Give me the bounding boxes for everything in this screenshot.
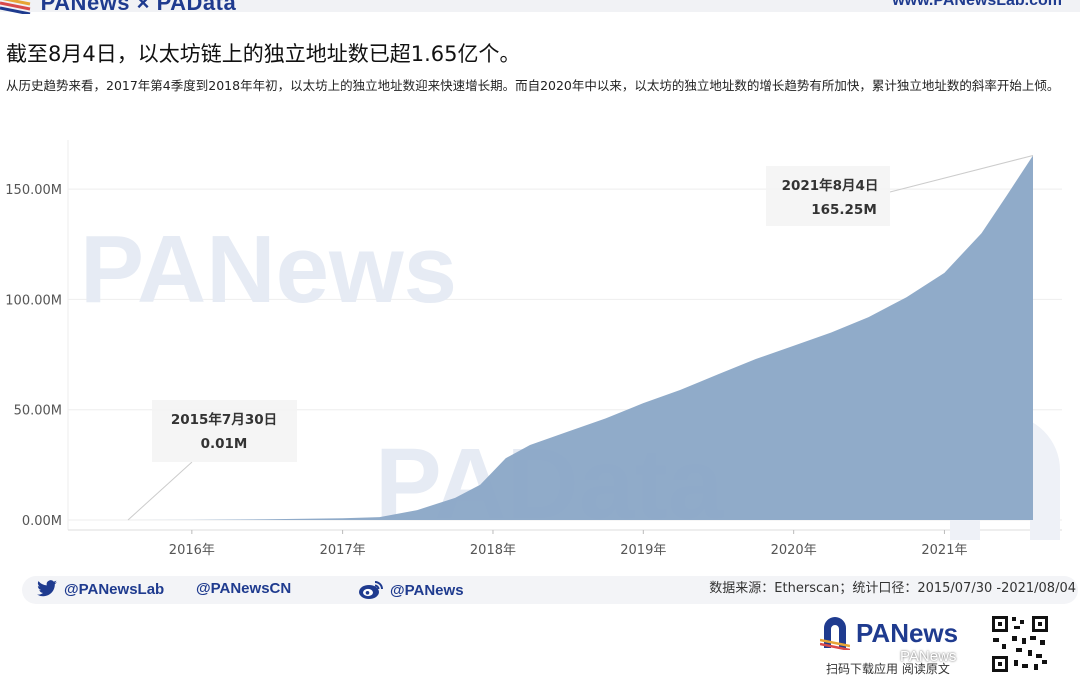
x-tick-label: 2021年 <box>921 543 967 558</box>
footer-logo-text: PANews <box>856 617 959 648</box>
brand-url[interactable]: www.PANewsLab.com <box>892 0 1062 10</box>
annotation-value: 165.25M <box>811 202 877 218</box>
annotation-leader <box>127 461 193 521</box>
chart-area: PANewsPAData 0.00M50.00M100.00M150.00M 2… <box>5 140 1062 558</box>
address-count-area <box>128 155 1033 520</box>
x-axis-ticks: 2016年 2017年 2018年 2019年 2020年 2021年 <box>169 543 968 558</box>
twitter-icon <box>37 580 57 597</box>
twitter-label: @PANewsLab <box>64 580 165 598</box>
data-source: 数据来源：Etherscan；统计口径：2015/07/30 -2021/08/… <box>709 581 1076 596</box>
y-tick-label: 100.00M <box>5 293 62 308</box>
x-tick-label: 2019年 <box>620 543 666 558</box>
y-axis-ticks: 0.00M 50.00M 100.00M 150.00M <box>5 183 62 529</box>
y-tick-label: 150.00M <box>5 183 62 198</box>
annotation-leader <box>889 154 1034 193</box>
brand-text: PANews × PAData <box>40 0 237 15</box>
annotation-date: 2021年8月4日 <box>782 177 879 194</box>
footer-logo: PANews <box>820 616 958 650</box>
brand-logo: PANews × PAData <box>0 0 237 15</box>
y-tick-label: 50.00M <box>14 404 62 419</box>
annotation-box <box>152 400 297 462</box>
x-tick-label: 2020年 <box>771 543 817 558</box>
weibo-icon <box>359 581 383 599</box>
weibo-label: @PANews <box>390 581 464 599</box>
chart-subtitle: 从历史趋势来看，2017年第4季度到2018年年初，以太坊上的独立地址数迎来快速… <box>6 78 1060 93</box>
annotation-date: 2015年7月30日 <box>171 411 277 428</box>
wechat-watermark: PANews <box>900 648 957 665</box>
x-tick-label: 2018年 <box>470 543 516 558</box>
watermark-panews: PANews <box>80 216 457 323</box>
y-tick-label: 0.00M <box>22 514 62 529</box>
weibo-handle[interactable]: @PANews <box>358 580 464 600</box>
twitter-cn-handle[interactable]: @PANewsCN <box>196 580 291 597</box>
twitter-cn-label: @PANewsCN <box>196 580 292 597</box>
qr-code-icon[interactable] <box>990 614 1050 674</box>
x-tick-label: 2016年 <box>169 543 215 558</box>
brand-stripes-icon <box>0 0 31 15</box>
chart-title: 截至8月4日，以太坊链上的独立地址数已超1.65亿个。 <box>6 42 521 66</box>
panews-logo-icon <box>820 617 850 650</box>
annotation-value: 0.01M <box>201 436 248 452</box>
x-tick-label: 2017年 <box>320 543 366 558</box>
twitter-handle[interactable]: @PANewsLab <box>36 580 164 598</box>
